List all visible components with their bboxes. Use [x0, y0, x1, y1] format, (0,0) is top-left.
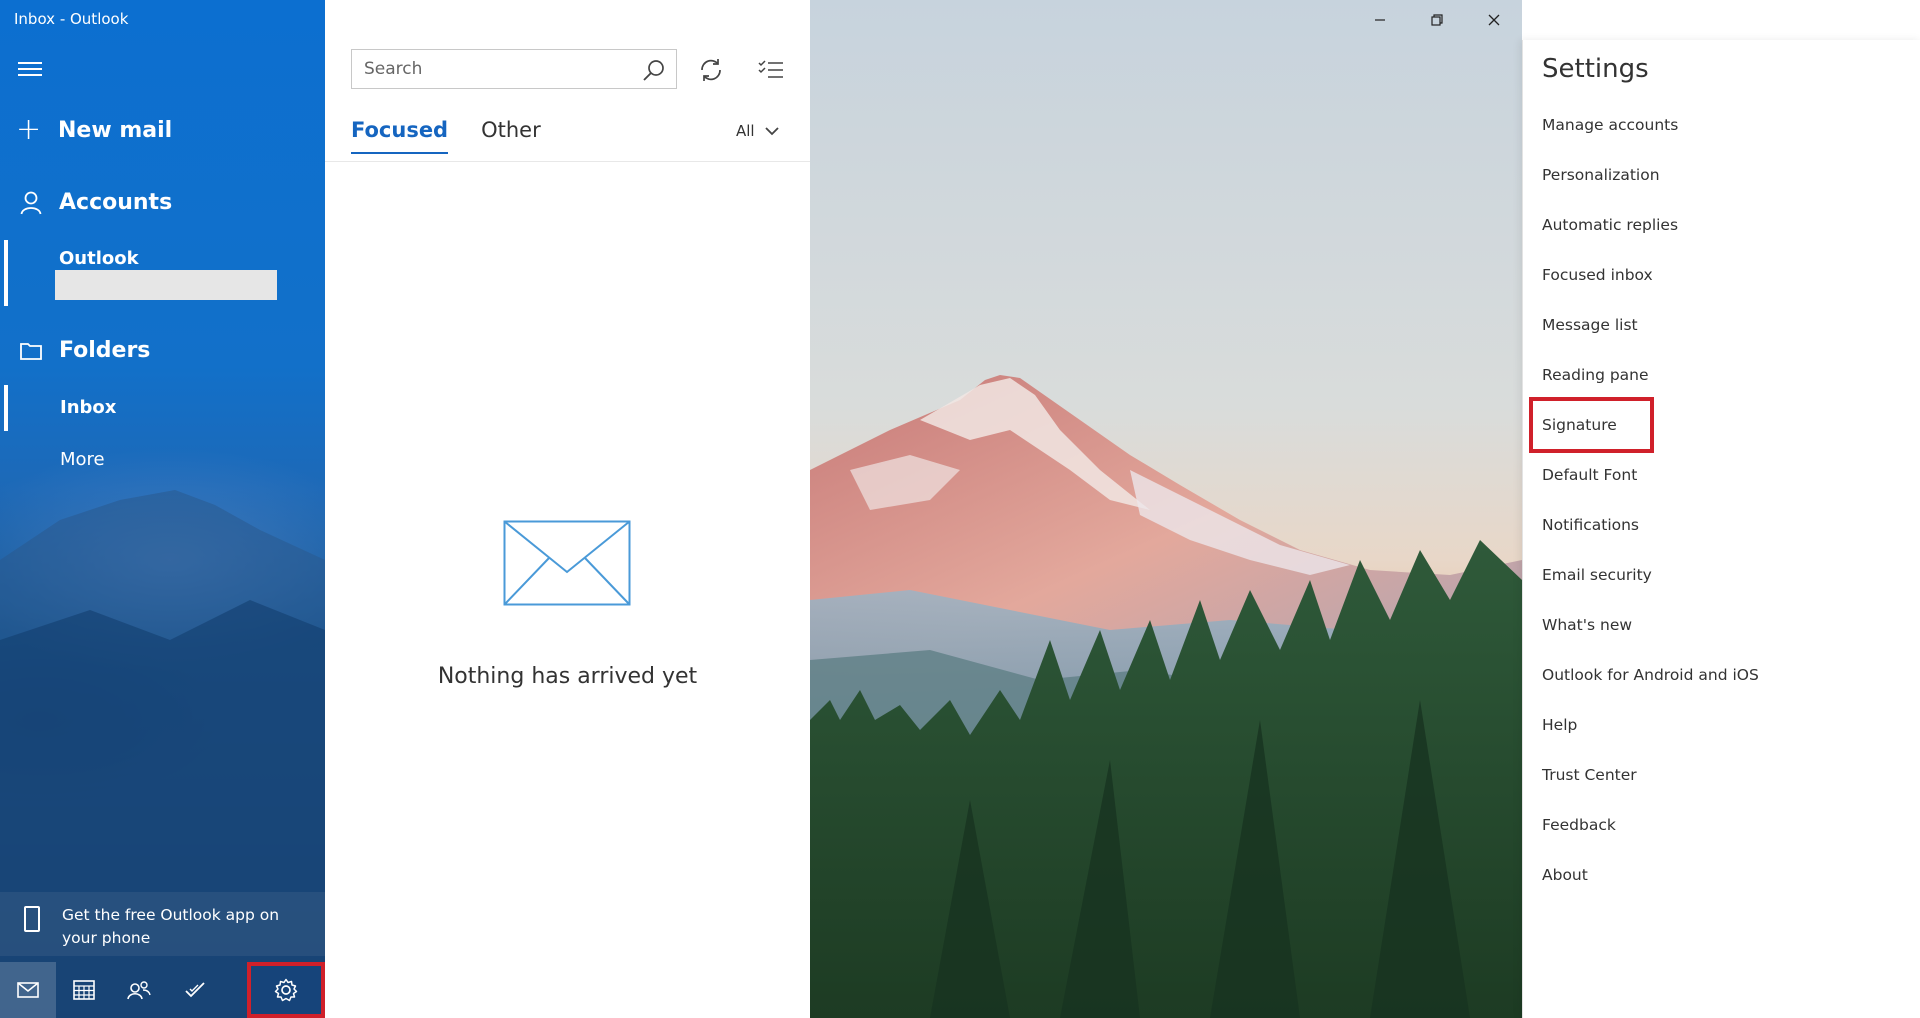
get-app-promo[interactable]: Get the free Outlook app on your phone	[0, 892, 325, 956]
window-controls	[1351, 0, 1522, 40]
promo-text: Get the free Outlook app on your phone	[62, 906, 280, 947]
settings-item-trust-center[interactable]: Trust Center	[1542, 760, 1637, 790]
minimize-icon	[1374, 19, 1385, 21]
close-button[interactable]	[1465, 0, 1522, 40]
account-item-outlook[interactable]: Outlook	[0, 240, 325, 306]
folder-item-more[interactable]: More	[0, 437, 325, 483]
folder-label: More	[60, 449, 105, 470]
list-divider	[325, 161, 810, 162]
navigation-pane: Inbox - Outlook + New mail Accounts Outl…	[0, 0, 325, 1018]
new-mail-label: New mail	[58, 117, 173, 143]
todo-button[interactable]	[167, 962, 223, 1018]
settings-button[interactable]	[246, 962, 325, 1018]
settings-item-default-font[interactable]: Default Font	[1542, 460, 1637, 490]
plus-icon: +	[16, 112, 42, 147]
settings-item-reading-pane[interactable]: Reading pane	[1542, 360, 1649, 390]
nav-background-art	[0, 490, 325, 1018]
checklist-icon	[758, 60, 783, 78]
chevron-down-icon	[764, 126, 779, 135]
person-icon	[20, 191, 42, 214]
folder-icon	[20, 342, 42, 360]
account-name: Outlook	[59, 248, 139, 269]
reading-pane	[810, 0, 1522, 1018]
hamburger-menu-button[interactable]	[18, 58, 42, 78]
message-list-pane: Focused Other All Nothing has arrived ye…	[325, 0, 811, 1018]
settings-item-message-list[interactable]: Message list	[1542, 310, 1638, 340]
inbox-tabs: Focused Other	[351, 118, 574, 154]
settings-item-automatic-replies[interactable]: Automatic replies	[1542, 210, 1678, 240]
mail-button[interactable]	[0, 962, 56, 1018]
sync-icon	[701, 59, 721, 81]
folders-header[interactable]: Folders	[20, 338, 150, 363]
people-button[interactable]	[111, 962, 167, 1018]
selection-mode-button[interactable]	[755, 54, 787, 86]
calendar-icon	[72, 980, 95, 1000]
todo-icon	[185, 982, 205, 998]
accounts-label: Accounts	[59, 190, 173, 215]
settings-item-notifications[interactable]: Notifications	[1542, 510, 1639, 540]
mountain-landscape-background	[810, 0, 1522, 1018]
phone-icon	[24, 906, 40, 932]
folder-label: Inbox	[60, 397, 117, 418]
settings-title: Settings	[1542, 54, 1649, 84]
search-box	[351, 49, 677, 89]
account-email-redacted	[55, 270, 277, 300]
settings-item-outlook-mobile[interactable]: Outlook for Android and iOS	[1542, 660, 1759, 690]
sync-button[interactable]	[695, 54, 727, 86]
new-mail-button[interactable]: + New mail	[16, 112, 173, 147]
settings-item-email-security[interactable]: Email security	[1542, 560, 1652, 590]
close-icon	[1488, 14, 1499, 26]
calendar-button[interactable]	[56, 962, 112, 1018]
tab-other[interactable]: Other	[481, 118, 541, 154]
settings-item-feedback[interactable]: Feedback	[1542, 810, 1616, 840]
minimize-button[interactable]	[1351, 0, 1408, 40]
settings-item-focused-inbox[interactable]: Focused inbox	[1542, 260, 1653, 290]
app-switcher-bar	[0, 962, 325, 1018]
mail-icon	[17, 982, 39, 998]
filter-dropdown[interactable]: All	[736, 122, 779, 140]
search-icon[interactable]	[642, 58, 666, 86]
accounts-header[interactable]: Accounts	[20, 190, 172, 215]
selection-indicator	[4, 385, 8, 431]
settings-item-manage-accounts[interactable]: Manage accounts	[1542, 110, 1678, 140]
settings-item-help[interactable]: Help	[1542, 710, 1577, 740]
tab-focused[interactable]: Focused	[351, 118, 449, 154]
restore-button[interactable]	[1408, 0, 1465, 40]
empty-inbox-envelope-icon	[503, 520, 631, 610]
settings-item-whats-new[interactable]: What's new	[1542, 610, 1632, 640]
search-input[interactable]	[352, 50, 656, 88]
folder-item-inbox[interactable]: Inbox	[0, 385, 325, 431]
settings-item-about[interactable]: About	[1542, 860, 1588, 890]
settings-item-signature[interactable]: Signature	[1529, 397, 1654, 453]
window-title: Inbox - Outlook	[14, 10, 129, 28]
settings-item-personalization[interactable]: Personalization	[1542, 160, 1660, 190]
settings-icon	[274, 978, 298, 1002]
folders-label: Folders	[59, 338, 151, 363]
people-icon	[127, 981, 152, 1000]
empty-inbox-message: Nothing has arrived yet	[437, 664, 698, 689]
selection-indicator	[4, 240, 8, 306]
restore-icon	[1430, 14, 1443, 26]
filter-label: All	[736, 122, 755, 140]
settings-flyout: Settings Manage accounts Personalization…	[1522, 40, 1920, 1018]
